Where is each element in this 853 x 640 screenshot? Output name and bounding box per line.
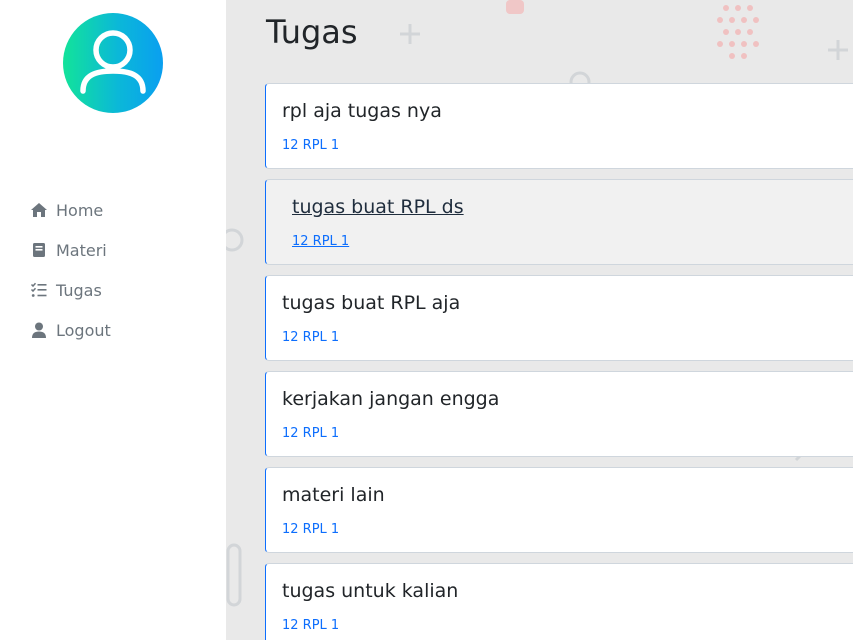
sidebar-item-label: Home xyxy=(56,200,104,220)
task-title[interactable]: rpl aja tugas nya xyxy=(282,100,442,122)
user-avatar-icon xyxy=(80,30,146,94)
task-class-link[interactable]: 12 RPL 1 xyxy=(282,426,339,441)
sidebar: Home Materi Tugas Logout xyxy=(0,0,226,640)
profile-avatar[interactable] xyxy=(63,13,163,113)
task-card[interactable]: tugas buat RPL aja 12 RPL 1 xyxy=(265,275,853,361)
task-title[interactable]: tugas buat RPL ds xyxy=(292,196,464,218)
sidebar-nav: Home Materi Tugas Logout xyxy=(30,190,111,350)
task-class-link[interactable]: 12 RPL 1 xyxy=(282,522,339,537)
task-title[interactable]: kerjakan jangan engga xyxy=(282,388,499,410)
sidebar-item-materi[interactable]: Materi xyxy=(30,230,111,270)
sidebar-item-logout[interactable]: Logout xyxy=(30,310,111,350)
sidebar-item-label: Tugas xyxy=(56,280,102,300)
task-title[interactable]: tugas untuk kalian xyxy=(282,580,458,602)
task-card[interactable]: kerjakan jangan engga 12 RPL 1 xyxy=(265,371,853,457)
list-check-icon xyxy=(30,281,48,299)
task-class-link[interactable]: 12 RPL 1 xyxy=(292,234,349,249)
sidebar-item-label: Logout xyxy=(56,320,111,340)
user-icon xyxy=(30,321,48,339)
page-title: Tugas xyxy=(266,13,358,51)
task-title[interactable]: tugas buat RPL aja xyxy=(282,292,460,314)
task-card[interactable]: rpl aja tugas nya 12 RPL 1 xyxy=(265,83,853,169)
sidebar-item-tugas[interactable]: Tugas xyxy=(30,270,111,310)
sidebar-item-home[interactable]: Home xyxy=(30,190,111,230)
task-title[interactable]: materi lain xyxy=(282,484,385,506)
task-class-link[interactable]: 12 RPL 1 xyxy=(282,618,339,633)
task-card[interactable]: tugas untuk kalian 12 RPL 1 xyxy=(265,563,853,640)
task-card[interactable]: materi lain 12 RPL 1 xyxy=(265,467,853,553)
task-card[interactable]: tugas buat RPL ds 12 RPL 1 xyxy=(265,179,853,265)
main-content: Tugas rpl aja tugas nya 12 RPL 1 tugas b… xyxy=(226,0,853,640)
task-class-link[interactable]: 12 RPL 1 xyxy=(282,138,339,153)
task-class-link[interactable]: 12 RPL 1 xyxy=(282,330,339,345)
book-icon xyxy=(30,241,48,259)
home-icon xyxy=(30,201,48,219)
sidebar-item-label: Materi xyxy=(56,240,107,260)
